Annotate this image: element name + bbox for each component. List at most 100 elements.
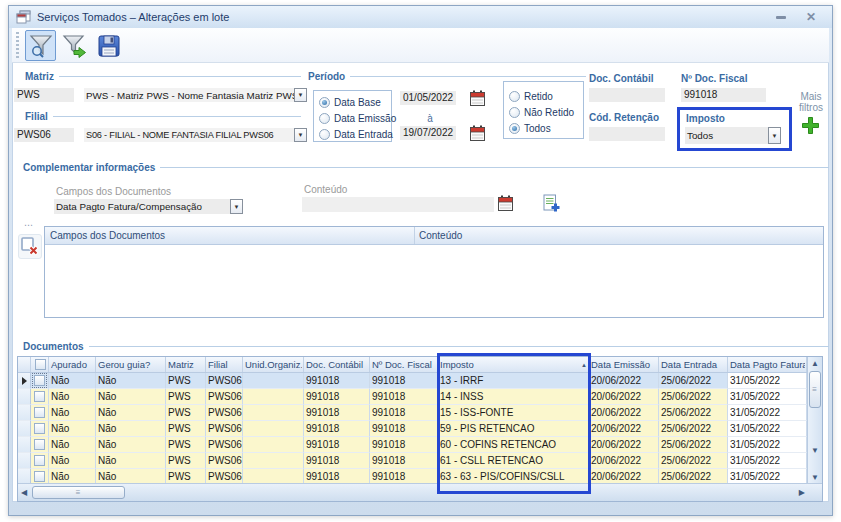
column-header-imposto[interactable]: Imposto▲ xyxy=(438,357,589,372)
periodo-radio-data-base[interactable]: Data Base xyxy=(319,94,391,110)
save-button[interactable] xyxy=(93,30,124,61)
add-filter-icon[interactable] xyxy=(801,116,820,135)
column-header-blank[interactable] xyxy=(31,357,49,372)
grid-header-conteudo[interactable]: Conteúdo xyxy=(415,227,823,244)
column-header-blank[interactable] xyxy=(18,357,31,372)
num-doc-fiscal-field[interactable]: 991018 xyxy=(681,88,766,102)
table-row[interactable]: NãoNãoPWSPWS0699101899101859 - PIS RETEN… xyxy=(18,421,822,437)
retencao-radio-retido[interactable]: Retido xyxy=(509,88,583,104)
row-checkbox[interactable] xyxy=(34,471,45,482)
vertical-scrollbar[interactable]: ▲ ≡ ▼ ▼ xyxy=(807,357,822,484)
table-cell: PWS06 xyxy=(206,453,243,469)
matriz-code-field[interactable]: PWS xyxy=(14,88,74,102)
row-checkbox[interactable] xyxy=(34,375,45,386)
scroll-left-icon[interactable]: ◀ xyxy=(21,487,27,499)
chevron-down-icon[interactable]: ▼ xyxy=(768,127,781,144)
row-checkbox[interactable] xyxy=(34,423,45,434)
form-icon xyxy=(16,10,31,24)
select-all-checkbox[interactable] xyxy=(35,359,46,370)
table-cell: Não xyxy=(96,389,166,405)
table-row[interactable]: NãoNãoPWSPWS0699101899101814 - INSS20/06… xyxy=(18,389,822,405)
column-header-apurado[interactable]: Apurado xyxy=(49,357,96,372)
table-cell xyxy=(243,453,304,469)
scroll-up-icon[interactable]: ▲ xyxy=(808,358,822,370)
row-checkbox[interactable] xyxy=(34,455,45,466)
retencao-radio-todos[interactable]: Todos xyxy=(509,120,583,136)
column-header-gerou-guia-[interactable]: Gerou guia? xyxy=(96,357,166,372)
table-row[interactable]: NãoNãoPWSPWS0699101899101813 - IRRF20/06… xyxy=(18,373,822,389)
date-from-field[interactable]: 01/05/2022 xyxy=(400,91,456,105)
scroll-down-icon[interactable]: ▼ xyxy=(808,445,822,457)
table-cell: Não xyxy=(96,437,166,453)
table-cell: 991018 xyxy=(304,389,370,405)
radio-icon[interactable] xyxy=(319,129,330,140)
table-row[interactable]: NãoNãoPWSPWS0699101899101861 - CSLL RETE… xyxy=(18,453,822,469)
calendar-icon[interactable] xyxy=(497,195,514,212)
calendar-icon[interactable] xyxy=(469,90,486,107)
filter-search-button[interactable] xyxy=(25,30,56,61)
apply-filter-icon xyxy=(62,33,88,59)
add-content-icon[interactable] xyxy=(542,194,560,213)
horizontal-scrollbar[interactable]: ◀ ≡ ▶ xyxy=(18,483,822,501)
radio-icon[interactable] xyxy=(509,123,520,134)
conteudo-field[interactable] xyxy=(302,197,494,212)
table-cell: PWS xyxy=(166,421,206,437)
matriz-combo[interactable]: PWS - Matriz PWS - Nome Fantasia Matriz … xyxy=(84,88,307,102)
apply-filter-button[interactable] xyxy=(59,30,90,61)
periodo-radio-data-emissão[interactable]: Data Emissão xyxy=(319,110,391,126)
retencao-radio-não-retido[interactable]: Não Retido xyxy=(509,104,583,120)
hscroll-thumb[interactable]: ≡ xyxy=(32,486,125,499)
table-cell: Não xyxy=(96,453,166,469)
row-checkbox[interactable] xyxy=(34,439,45,450)
filial-combo[interactable]: S06 - FILIAL - NOME FANTASIA FILIAL PWS0… xyxy=(84,128,307,142)
column-header-filial[interactable]: Filial xyxy=(206,357,243,372)
column-header-doc-cont-bil[interactable]: Doc. Contábil xyxy=(304,357,370,372)
remove-row-button[interactable] xyxy=(18,234,42,259)
row-checkbox[interactable] xyxy=(34,391,45,402)
table-cell xyxy=(243,373,304,389)
column-header-data-pagto-fatura[interactable]: Data Pagto Fatura xyxy=(728,357,807,372)
scroll-right-icon[interactable]: ▶ xyxy=(799,487,805,499)
doc-contabil-field[interactable] xyxy=(589,88,665,102)
column-header-unid-organiz-[interactable]: Unid.Organiz. xyxy=(243,357,304,372)
table-cell: PWS xyxy=(166,373,206,389)
column-header-n-doc-fiscal[interactable]: Nº Doc. Fiscal xyxy=(370,357,438,372)
table-cell xyxy=(243,421,304,437)
grid-header-campos[interactable]: Campos dos Documentos xyxy=(45,227,415,244)
table-cell: PWS xyxy=(166,453,206,469)
table-cell: 20/06/2022 xyxy=(589,405,659,421)
imposto-combo[interactable]: Todos ▼ xyxy=(685,127,781,144)
campos-documentos-combo[interactable]: Data Pagto Fatura/Compensação ▼ xyxy=(54,199,243,214)
table-cell: 31/05/2022 xyxy=(728,437,807,453)
radio-icon[interactable] xyxy=(319,113,330,124)
chevron-down-icon[interactable]: ▼ xyxy=(230,199,243,214)
radio-icon[interactable] xyxy=(319,97,330,108)
date-to-field[interactable]: 19/07/2022 xyxy=(400,126,456,140)
radio-icon[interactable] xyxy=(509,91,520,102)
row-indicator xyxy=(18,405,31,421)
column-header-data-entrada[interactable]: Data Entrada xyxy=(659,357,728,372)
mais-filtros-label: Mais filtros xyxy=(791,91,831,113)
radio-label: Data Entrada xyxy=(334,129,393,140)
vscroll-thumb[interactable]: ≡ xyxy=(809,371,821,408)
table-cell: 25/06/2022 xyxy=(659,373,728,389)
table-cell: PWS06 xyxy=(206,437,243,453)
periodo-radio-data-entrada[interactable]: Data Entrada xyxy=(319,126,391,142)
checkbox-cell xyxy=(31,389,49,405)
row-indicator xyxy=(18,389,31,405)
calendar-icon[interactable] xyxy=(469,125,486,142)
column-header-data-emiss-o[interactable]: Data Emissão xyxy=(589,357,659,372)
minimize-button[interactable] xyxy=(776,16,786,19)
chevron-down-icon[interactable]: ▼ xyxy=(294,88,307,102)
column-header-matriz[interactable]: Matriz xyxy=(166,357,206,372)
row-indicator xyxy=(18,437,31,453)
cod-retencao-field[interactable] xyxy=(589,127,665,141)
table-row[interactable]: NãoNãoPWSPWS0699101899101860 - COFINS RE… xyxy=(18,437,822,453)
chevron-down-icon[interactable]: ▼ xyxy=(294,128,307,142)
close-button[interactable]: ✕ xyxy=(806,12,816,22)
table-row[interactable]: NãoNãoPWSPWS0699101899101815 - ISS-FONTE… xyxy=(18,405,822,421)
filial-code-field[interactable]: PWS06 xyxy=(14,128,74,142)
radio-icon[interactable] xyxy=(509,107,520,118)
row-checkbox[interactable] xyxy=(34,407,45,418)
table-cell: PWS xyxy=(166,437,206,453)
